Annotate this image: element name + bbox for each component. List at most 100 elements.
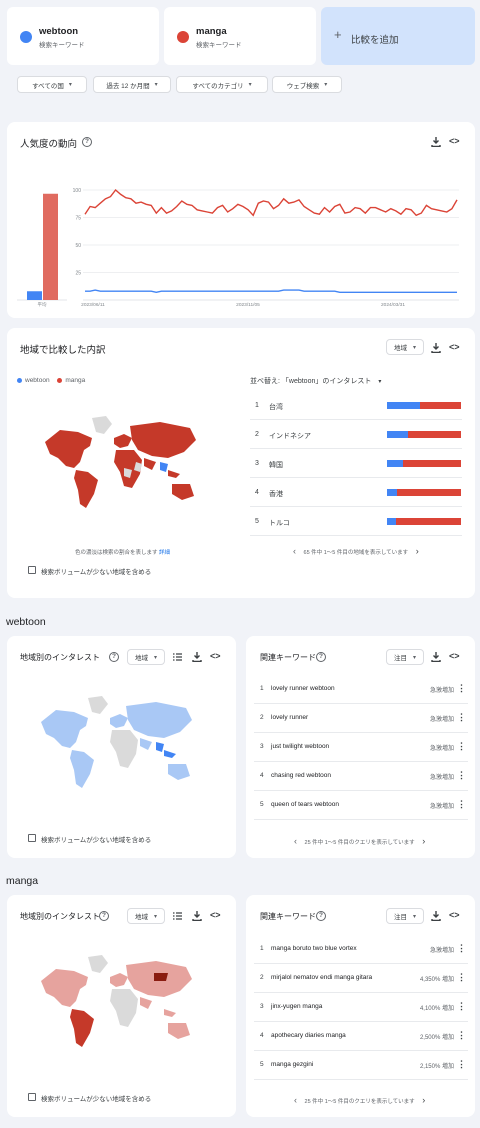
help-icon[interactable]: ? (82, 137, 92, 147)
more-vert-icon[interactable]: ⋮ (457, 799, 466, 810)
keyword-rank: 2 (260, 974, 264, 981)
related-keyword-row[interactable]: 2 lovely runner 急激増加 ⋮ (254, 704, 468, 733)
more-vert-icon[interactable]: ⋮ (457, 1059, 466, 1070)
related-sort-dropdown[interactable]: 注目 ▾ (386, 649, 424, 665)
map-shapes (45, 416, 196, 508)
term-card-webtoon[interactable]: webtoon 検索キーワード (7, 7, 159, 65)
more-vert-icon[interactable]: ⋮ (457, 712, 466, 723)
chevron-left-icon[interactable]: ‹ (294, 1095, 297, 1105)
list-icon[interactable] (173, 912, 182, 920)
list-icon[interactable] (173, 653, 182, 661)
more-vert-icon[interactable]: ⋮ (457, 741, 466, 752)
region-rank-row[interactable]: 3 韓国 (250, 450, 462, 478)
series-line-webtoon[interactable] (85, 289, 457, 294)
keyword-text: chasing red webtoon (271, 772, 331, 779)
term-color-dot (20, 31, 32, 43)
region-resolution-dropdown[interactable]: 地域 ▾ (127, 908, 165, 924)
region-rank-row[interactable]: 1 台湾 (250, 392, 462, 420)
download-icon[interactable] (431, 911, 441, 922)
low-volume-checkbox[interactable] (28, 566, 36, 574)
sort-dropdown[interactable]: 並べ替え: 「webtoon」のインタレスト ▾ (250, 376, 381, 386)
more-vert-icon[interactable]: ⋮ (457, 972, 466, 983)
filter-region[interactable]: すべての国 ▾ (17, 76, 87, 93)
map-note-link[interactable]: 詳細 (159, 550, 170, 556)
download-icon[interactable] (192, 652, 202, 663)
chevron-right-icon[interactable]: › (422, 1095, 425, 1105)
bar-webtoon (387, 431, 409, 438)
chevron-right-icon[interactable]: › (422, 836, 425, 846)
more-vert-icon[interactable]: ⋮ (457, 770, 466, 781)
embed-icon[interactable]: <> (449, 342, 460, 352)
average-bar-webtoon[interactable] (27, 291, 42, 300)
more-vert-icon[interactable]: ⋮ (457, 1001, 466, 1012)
dropdown-label: 注目 (393, 914, 407, 921)
embed-icon[interactable]: <> (449, 136, 460, 146)
related-keyword-row[interactable]: 4 chasing red webtoon 急激増加 ⋮ (254, 762, 468, 791)
help-icon[interactable]: ? (109, 652, 119, 662)
help-icon[interactable]: ? (316, 911, 326, 921)
more-vert-icon[interactable]: ⋮ (457, 683, 466, 694)
filter-time[interactable]: 過去 12 か月間 ▾ (93, 76, 171, 93)
region-rank-row[interactable]: 4 香港 (250, 479, 462, 507)
region-interest-title: 地域別のインタレスト (20, 912, 100, 921)
add-comparison-button[interactable]: + 比較を追加 (321, 7, 475, 65)
keyword-rank: 3 (260, 743, 264, 750)
embed-icon[interactable]: <> (210, 910, 221, 920)
bar-manga (396, 489, 461, 496)
more-vert-icon[interactable]: ⋮ (457, 1030, 466, 1041)
download-icon[interactable] (431, 652, 441, 663)
low-volume-checkbox[interactable] (28, 1093, 36, 1101)
comparison-bar (387, 431, 461, 438)
legend-label: manga (65, 377, 86, 384)
keyword-text: mirjalol nematov endi manga gitara (271, 974, 373, 981)
filter-label: すべての国 (32, 82, 64, 90)
related-keywords-title: 関連キーワード (260, 653, 316, 662)
more-vert-icon[interactable]: ⋮ (457, 943, 466, 954)
series-line-manga[interactable] (84, 188, 458, 217)
average-bar-manga[interactable] (43, 193, 58, 300)
related-keywords-title: 関連キーワード (260, 912, 316, 921)
download-icon[interactable] (431, 343, 441, 354)
download-icon[interactable] (192, 911, 202, 922)
add-comparison-label: 比較を追加 (351, 35, 399, 46)
embed-icon[interactable]: <> (449, 651, 460, 661)
related-keyword-row[interactable]: 1 lovely runner webtoon 急激増加 ⋮ (254, 675, 468, 704)
interest-over-time-card: 人気度の動向 ? <> 100 75 50 25 平均 2023/06/11 2023/11… (7, 122, 475, 318)
chevron-right-icon[interactable]: › (416, 546, 419, 556)
embed-icon[interactable]: <> (210, 651, 221, 661)
embed-icon[interactable]: <> (449, 910, 460, 920)
caret-down-icon: ▾ (153, 913, 157, 920)
region-resolution-dropdown[interactable]: 地域 ▾ (386, 339, 424, 355)
caret-down-icon: ▾ (153, 654, 157, 661)
low-volume-checkbox[interactable] (28, 834, 36, 842)
related-keyword-row[interactable]: 3 jinx-yugen manga 4,100% 増加 ⋮ (254, 993, 468, 1022)
chevron-left-icon[interactable]: ‹ (294, 836, 297, 846)
world-map-comparison[interactable] (40, 412, 200, 512)
world-map-manga[interactable] (31, 951, 201, 1051)
filter-label: ウェブ検索 (286, 82, 320, 90)
x-tick-label: 2024/03/31 (381, 302, 405, 308)
y-tick-label: 25 (75, 271, 81, 277)
keyword-growth: 急激増加 (429, 948, 454, 954)
related-sort-dropdown[interactable]: 注目 ▾ (386, 908, 424, 924)
related-keyword-row[interactable]: 2 mirjalol nematov endi manga gitara 4,350… (254, 964, 468, 993)
help-icon[interactable]: ? (316, 652, 326, 662)
region-resolution-dropdown[interactable]: 地域 ▾ (127, 649, 165, 665)
filter-category[interactable]: すべてのカテゴリ ▾ (176, 76, 268, 93)
keyword-rank: 1 (260, 685, 264, 692)
related-keyword-row[interactable]: 4 apothecary diaries manga 2,500% 増加 ⋮ (254, 1022, 468, 1051)
region-rank-row[interactable]: 5 トルコ (250, 508, 462, 536)
region-breakdown-title: 地域で比較した内訳 (20, 345, 106, 356)
related-keyword-row[interactable]: 1 manga boruto two blue vortex 急激増加 ⋮ (254, 935, 468, 964)
related-keyword-row[interactable]: 3 just twilight webtoon 急激増加 ⋮ (254, 733, 468, 762)
chevron-left-icon[interactable]: ‹ (293, 546, 296, 556)
region-rank-row[interactable]: 2 インドネシア (250, 421, 462, 449)
download-icon[interactable] (431, 137, 441, 148)
caret-down-icon: ▾ (412, 654, 416, 661)
filter-search-type[interactable]: ウェブ検索 ▾ (272, 76, 342, 93)
help-icon[interactable]: ? (99, 911, 109, 921)
term-card-manga[interactable]: manga 検索キーワード (164, 7, 316, 65)
related-keyword-row[interactable]: 5 manga gezgini 2,150% 増加 ⋮ (254, 1051, 468, 1080)
world-map-webtoon[interactable] (31, 692, 201, 792)
related-keyword-row[interactable]: 5 queen of tears webtoon 急激増加 ⋮ (254, 791, 468, 820)
